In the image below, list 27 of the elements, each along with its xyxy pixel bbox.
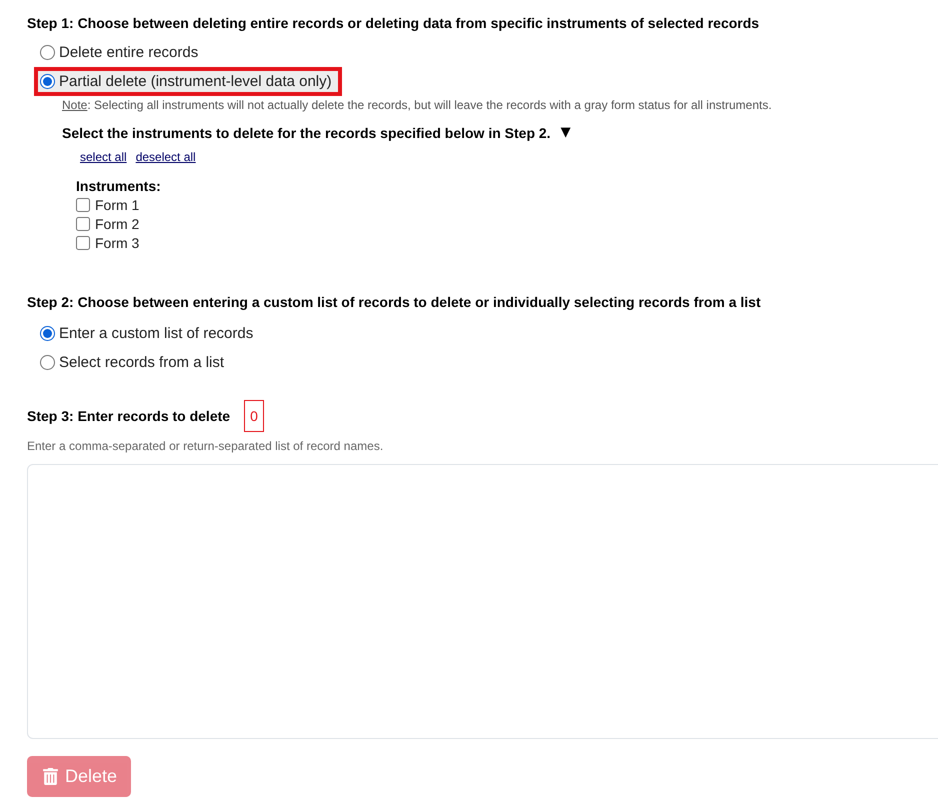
collapse-toggle[interactable]: ▼: [560, 125, 571, 141]
checkbox[interactable]: [76, 198, 90, 212]
text-link[interactable]: deselect all: [136, 149, 196, 165]
trash-icon: [43, 768, 58, 785]
step-heading: Step 2: Choose between entering a custom list of records to delete or individually selecting records from a list: [27, 293, 761, 311]
checkbox-label: Form 3: [95, 234, 140, 252]
checkbox-label: Form 1: [95, 196, 140, 214]
hint-text: Enter a comma-separated or return-separated list of record names.: [27, 438, 384, 454]
checkbox[interactable]: [76, 236, 90, 250]
records-input[interactable]: [27, 464, 938, 739]
option-label: Enter a custom list of records: [59, 324, 254, 343]
note-text: Note: Selecting all instruments will not actually delete the records, but will leave the records with a gray form status for all instruments.: [62, 97, 772, 113]
record-count: 0: [244, 400, 264, 432]
radio-button[interactable]: [40, 355, 55, 370]
radio-button[interactable]: [40, 74, 55, 89]
step-heading: Step 1: Choose between deleting entire records or deleting data from specific instruments of selected records: [27, 14, 760, 32]
option-label: Select records from a list: [59, 353, 224, 372]
checkbox-label: Form 2: [95, 214, 140, 232]
radio-button[interactable]: [40, 45, 55, 60]
checkbox[interactable]: [76, 216, 90, 230]
radio-button[interactable]: [40, 326, 55, 341]
option-label: Delete entire records: [59, 43, 198, 62]
step-heading: Step 3: Enter records to delete: [27, 407, 230, 425]
text-link[interactable]: select all: [80, 149, 127, 165]
option-label: Partial delete (instrument-level data only): [59, 72, 332, 91]
instruments-heading: Select the instruments to delete for the records specified below in Step 2.: [62, 124, 551, 142]
instruments-label: Instruments:: [76, 178, 161, 195]
